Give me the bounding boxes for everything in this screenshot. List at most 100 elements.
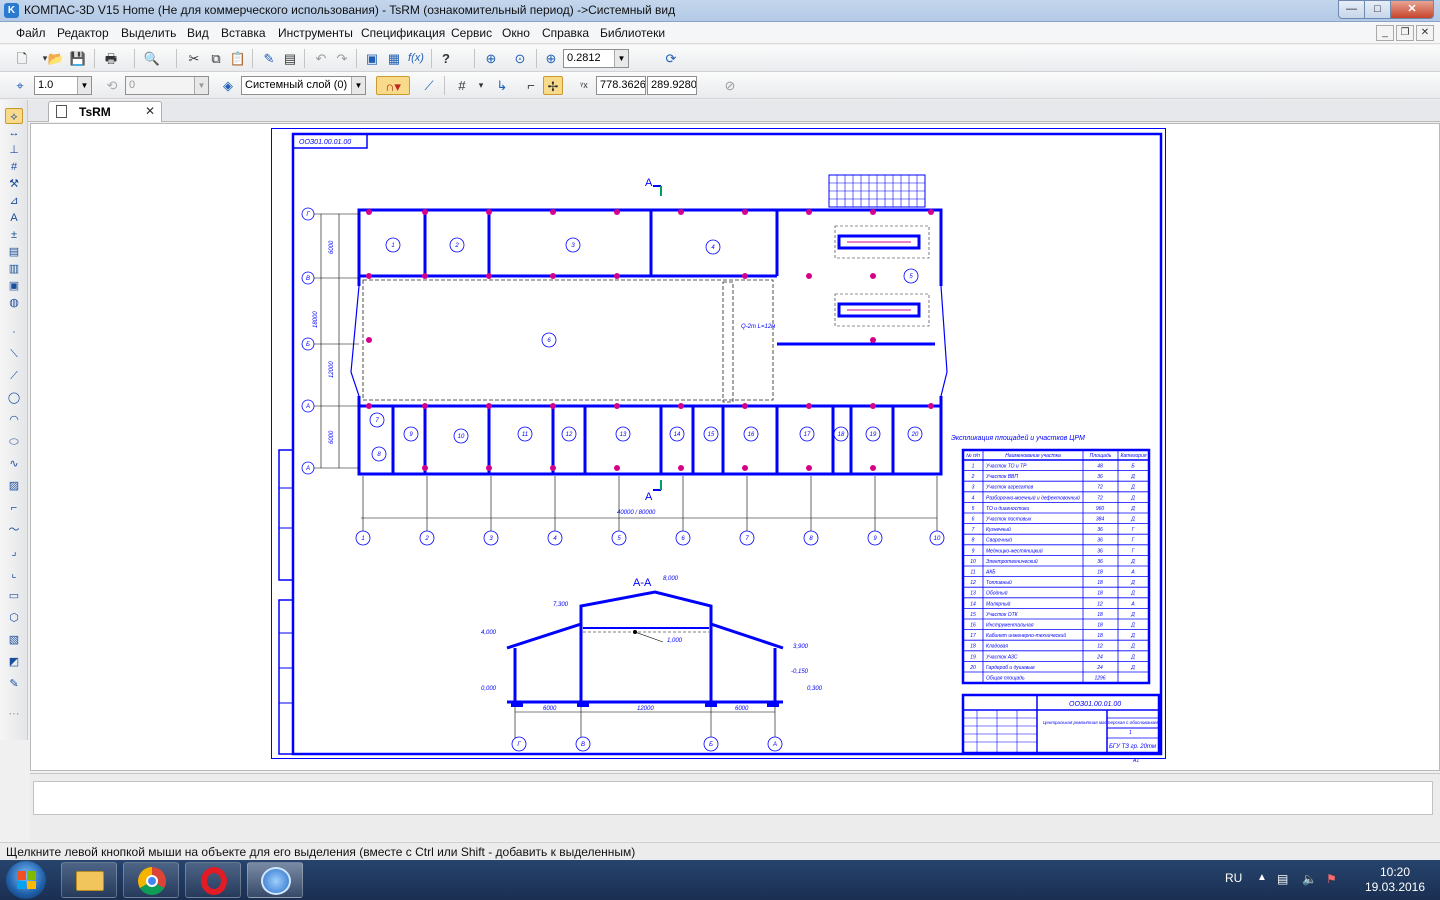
taskbar-explorer[interactable]	[61, 862, 117, 898]
variables-icon[interactable]: ▦	[384, 49, 404, 68]
menu-editor[interactable]: Редактор	[57, 26, 109, 40]
title-bar[interactable]: K КОМПАС-3D V15 Home (Не для коммерческо…	[0, 0, 1440, 22]
doc-minimize-button[interactable]: _	[1376, 25, 1394, 41]
cut-icon[interactable]: ✂	[184, 49, 204, 68]
copy-icon[interactable]: ⧉	[206, 49, 226, 68]
redo-icon[interactable]: ↷	[332, 49, 352, 68]
minimize-button[interactable]: —	[1338, 0, 1365, 19]
scale-icon[interactable]: ⌖	[10, 76, 30, 95]
chevron-down-icon[interactable]: ▼	[351, 77, 365, 94]
chevron-down-icon[interactable]: ▼	[77, 77, 91, 94]
network-icon[interactable]: ▤	[1277, 872, 1288, 886]
layer-icon[interactable]: ◈	[218, 76, 238, 95]
taskbar-kompas[interactable]	[247, 862, 303, 898]
spec-icon[interactable]: ▤	[5, 244, 23, 260]
menu-help[interactable]: Справка	[542, 26, 589, 40]
menu-select[interactable]: Выделить	[121, 26, 176, 40]
rectangle-icon[interactable]: ▭	[5, 588, 23, 604]
coord-y-field[interactable]: 289.9280	[647, 76, 697, 95]
action-center-icon[interactable]: ⚑	[1326, 872, 1337, 886]
drawing-canvas[interactable]: ООЗ01.00.01.00 А А 1 2 3 4 5 6 7 8 9 10 …	[30, 123, 1440, 771]
close-tab-icon[interactable]: ✕	[145, 104, 155, 118]
reports-icon[interactable]: ▥	[5, 261, 23, 277]
circle-icon[interactable]: ◯	[5, 390, 23, 406]
library-icon[interactable]: ◍	[5, 295, 23, 311]
segment-icon[interactable]: ⟋	[5, 368, 23, 384]
auxiliary-line-icon[interactable]: ⟍	[5, 346, 23, 362]
coordinate-system-icon[interactable]: ↳	[492, 76, 512, 95]
taskbar-chrome[interactable]	[123, 862, 179, 898]
layer-combo[interactable]: Системный слой (0) ▼	[241, 76, 366, 95]
fill-icon[interactable]: ◩	[5, 654, 23, 670]
taskbar-opera[interactable]	[185, 862, 241, 898]
arc-icon[interactable]: ◠	[5, 412, 23, 428]
cursor-snap-icon[interactable]: ✢	[543, 76, 563, 95]
print-icon[interactable]: 🖶	[101, 49, 121, 68]
help-pointer-icon[interactable]: ?	[436, 49, 456, 68]
menu-service[interactable]: Сервис	[451, 26, 492, 40]
chamfer-icon[interactable]: ⌟	[5, 544, 23, 560]
point-icon[interactable]: ·	[5, 324, 23, 340]
more-tools-icon[interactable]: ⋯	[5, 706, 23, 722]
refresh-icon[interactable]: ⟳	[661, 49, 681, 68]
show-hidden-icons[interactable]: ▲	[1257, 872, 1267, 883]
undo-icon[interactable]: ↶	[311, 49, 331, 68]
geometry-icon[interactable]: ⟡	[5, 108, 23, 124]
coord-x-field[interactable]: 778.3626	[596, 76, 646, 95]
dimensions-icon[interactable]: ↔	[5, 125, 23, 141]
snap-magnet-icon[interactable]: ∩▾	[376, 76, 410, 95]
close-button[interactable]: ✕	[1390, 0, 1434, 19]
clock[interactable]: 10:20 19.03.2016	[1362, 865, 1428, 895]
menu-window[interactable]: Окно	[502, 26, 530, 40]
equidistant-icon[interactable]: ▧	[5, 632, 23, 648]
fillet-icon[interactable]: ⌞	[5, 566, 23, 582]
menu-tools[interactable]: Инструменты	[278, 26, 353, 40]
designation-icon[interactable]: ⊥	[5, 142, 23, 158]
local-cs-icon[interactable]: ⟋	[419, 76, 439, 95]
doc-restore-button[interactable]: ❐	[1396, 25, 1414, 41]
hatch-icon[interactable]: ▨	[5, 478, 23, 494]
properties-icon[interactable]: ▤	[280, 49, 300, 68]
grid-icon[interactable]: #	[452, 76, 472, 95]
volume-icon[interactable]: 🔈	[1302, 872, 1317, 886]
zoom-window-icon[interactable]: ⊕	[481, 49, 501, 68]
chevron-down-icon[interactable]: ▼	[614, 50, 628, 67]
zoom-all-icon[interactable]: ⊙	[510, 49, 530, 68]
properties-panel-content[interactable]	[33, 781, 1433, 815]
line-scale-combo[interactable]: 1.0 ▼	[34, 76, 92, 95]
spline-icon[interactable]: ∿	[5, 456, 23, 472]
zoom-scale-icon[interactable]: ⊕	[541, 49, 561, 68]
selection-icon[interactable]: A	[5, 210, 23, 226]
kompas-app-icon[interactable]: K	[4, 3, 19, 18]
parametrization-icon[interactable]: ⚒	[5, 176, 23, 192]
insert-icon[interactable]: ▣	[5, 278, 23, 294]
save-icon[interactable]: 💾	[68, 49, 88, 68]
open-folder-icon[interactable]: 📂	[46, 49, 66, 68]
ellipse-icon[interactable]: ⬭	[5, 434, 23, 450]
drawing-sheet[interactable]: ООЗ01.00.01.00 А А 1 2 3 4 5 6 7 8 9 10 …	[271, 128, 1167, 768]
tab-tsrm[interactable]: TsRM ✕	[48, 101, 162, 122]
print-preview-icon[interactable]: 🔍	[142, 49, 162, 68]
polyline-icon[interactable]: ⌐	[5, 500, 23, 516]
edit-icon[interactable]: #	[5, 159, 23, 175]
ortho-icon[interactable]: ⌐	[521, 76, 541, 95]
grid-dropdown-icon[interactable]: ▾	[471, 76, 491, 95]
menu-file[interactable]: Файл	[16, 26, 46, 40]
measure-icon[interactable]: ⊿	[5, 193, 23, 209]
start-button[interactable]	[6, 861, 46, 899]
associative-views-icon[interactable]: ±	[5, 227, 23, 243]
contour-icon[interactable]: ⬡	[5, 610, 23, 626]
brush-icon[interactable]: ✎	[5, 676, 23, 692]
manager-icon[interactable]: ▣	[362, 49, 382, 68]
language-indicator[interactable]: RU	[1225, 871, 1242, 885]
menu-view[interactable]: Вид	[187, 26, 209, 40]
nurbs-icon[interactable]: 〜	[5, 522, 23, 538]
menu-insert[interactable]: Вставка	[221, 26, 266, 40]
function-fx-icon[interactable]: f(x)	[406, 49, 426, 68]
doc-close-button[interactable]: ✕	[1416, 25, 1434, 41]
paste-icon[interactable]: 📋	[228, 49, 248, 68]
zoom-combo[interactable]: 0.2812 ▼	[563, 49, 629, 68]
maximize-button[interactable]: □	[1364, 0, 1391, 19]
menu-libraries[interactable]: Библиотеки	[600, 26, 665, 40]
new-document-icon[interactable]: 🗋	[12, 49, 32, 68]
